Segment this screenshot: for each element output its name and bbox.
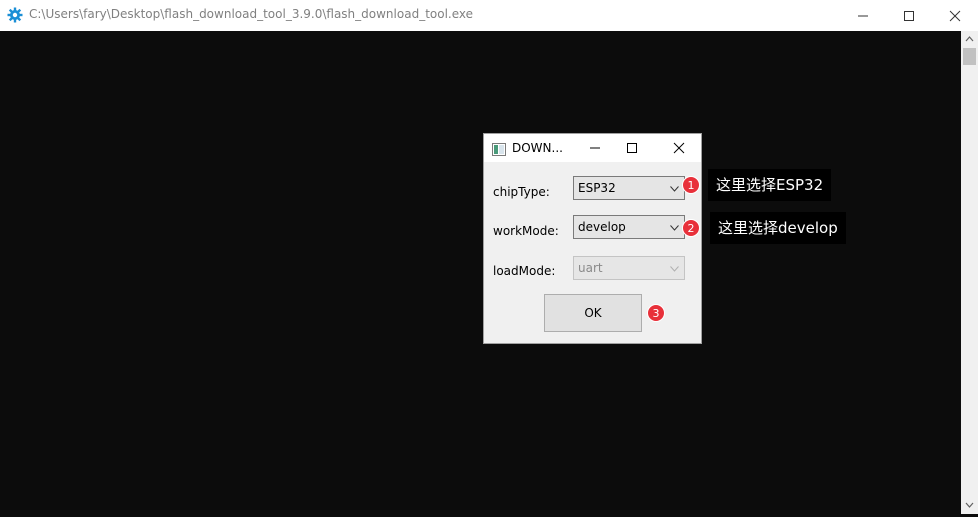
ok-button-label: OK: [584, 306, 602, 320]
step-badge-2: 2: [682, 219, 700, 237]
window-icon: [492, 141, 506, 156]
chevron-down-icon: [965, 502, 974, 508]
close-icon: [949, 10, 961, 22]
ok-button[interactable]: OK: [544, 294, 642, 332]
close-button[interactable]: [932, 0, 978, 31]
chip-type-value: ESP32: [578, 181, 616, 195]
annotation-note-2: 这里选择develop: [710, 212, 846, 244]
chip-type-select[interactable]: ESP32: [573, 176, 685, 200]
annotation-note-1: 这里选择ESP32: [708, 169, 832, 201]
chevron-up-icon: [965, 36, 974, 42]
window-title: C:\Users\fary\Desktop\flash_download_too…: [29, 7, 474, 21]
load-mode-select: uart: [573, 256, 685, 280]
dialog-minimize-button[interactable]: [580, 134, 610, 162]
work-mode-value: develop: [578, 220, 626, 234]
scroll-down-button[interactable]: [961, 497, 978, 513]
step-badge-1: 1: [682, 176, 700, 194]
dialog-maximize-button[interactable]: [617, 134, 647, 162]
gear-icon: [7, 7, 23, 23]
chevron-down-icon: [670, 266, 679, 272]
main-title-bar[interactable]: C:\Users\fary\Desktop\flash_download_too…: [0, 0, 978, 31]
scroll-up-button[interactable]: [961, 31, 978, 47]
vertical-scrollbar[interactable]: [961, 31, 978, 514]
step-badge-3: 3: [647, 304, 665, 322]
scroll-thumb[interactable]: [963, 48, 976, 65]
maximize-icon: [904, 11, 914, 21]
chip-type-label: chipType:: [493, 185, 550, 199]
maximize-icon: [627, 143, 637, 153]
chevron-down-icon: [670, 186, 679, 192]
dialog-close-button[interactable]: [664, 134, 694, 162]
load-mode-label: loadMode:: [493, 264, 556, 278]
dialog-title-bar[interactable]: DOWN...: [484, 134, 701, 162]
chevron-down-icon: [670, 225, 679, 231]
load-mode-value: uart: [578, 261, 603, 275]
minimize-icon: [590, 147, 600, 149]
work-mode-label: workMode:: [493, 224, 559, 238]
download-mode-dialog[interactable]: DOWN... chipType: ESP32 workMode: develo…: [483, 133, 702, 344]
minimize-icon: [858, 15, 868, 17]
work-mode-select[interactable]: develop: [573, 215, 685, 239]
close-icon: [673, 142, 685, 154]
maximize-button[interactable]: [886, 0, 932, 31]
dialog-title: DOWN...: [512, 141, 563, 155]
minimize-button[interactable]: [840, 0, 886, 31]
